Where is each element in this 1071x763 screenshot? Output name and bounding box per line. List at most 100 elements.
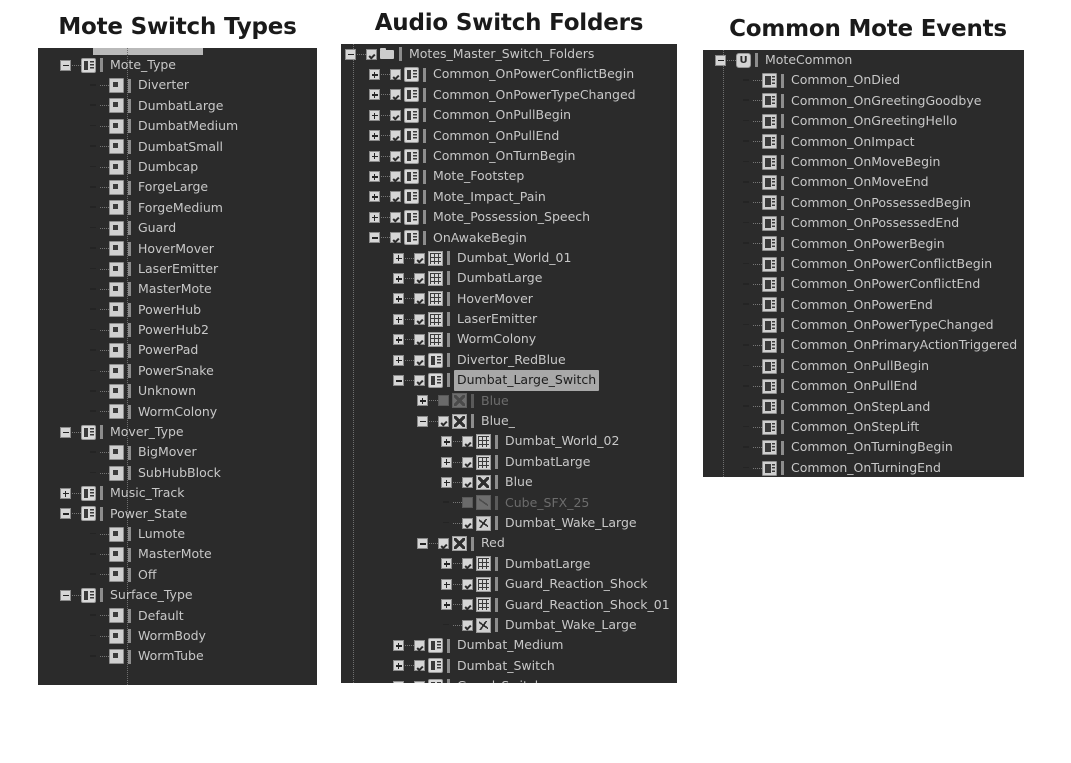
tree-row[interactable]: Dumbat_Switch [341, 656, 677, 676]
collapse-icon[interactable] [715, 54, 726, 66]
tree-row[interactable]: Mote_Impact_Pain [341, 187, 677, 207]
tree-row[interactable]: DumbatLarge [341, 452, 677, 472]
tree-row[interactable]: Common_OnImpact [703, 132, 1024, 152]
tree-row[interactable]: Guard_Reaction_Shock_01 [341, 595, 677, 615]
tree-row[interactable]: Blue [341, 472, 677, 492]
expand-icon[interactable] [393, 293, 404, 305]
tree-row[interactable]: MasterMote [38, 544, 317, 564]
tree-row[interactable]: DumbatLarge [38, 96, 317, 116]
expand-icon[interactable] [393, 313, 404, 325]
tree-row[interactable]: Motes_Master_Switch_Folders [341, 44, 677, 64]
tree-row[interactable]: DumbatSmall [38, 137, 317, 157]
tree-row[interactable]: Red [341, 533, 677, 553]
row-checkbox[interactable] [390, 150, 401, 162]
tree-row[interactable]: Common_OnPowerTypeChanged [703, 315, 1024, 335]
expand-icon[interactable] [369, 211, 380, 223]
tree-row[interactable]: Dumbat_World_02 [341, 431, 677, 451]
row-checkbox[interactable] [390, 130, 401, 142]
collapse-icon[interactable] [345, 48, 356, 60]
tree-row[interactable]: Guard_Switch [341, 676, 677, 683]
tree-row[interactable]: DumbatLarge [341, 554, 677, 574]
expand-icon[interactable] [369, 130, 380, 142]
tree-row[interactable]: Lumote [38, 524, 317, 544]
tree-row[interactable]: Mover_Type [38, 422, 317, 442]
tree-row[interactable]: Power_State [38, 504, 317, 524]
tree-row[interactable]: PowerHub [38, 300, 317, 320]
row-checkbox[interactable] [390, 211, 401, 223]
tree-row[interactable]: MoteCommon [703, 50, 1024, 70]
row-checkbox[interactable] [462, 619, 473, 631]
row-checkbox[interactable] [462, 599, 473, 611]
tree-row[interactable]: Common_OnPullEnd [703, 376, 1024, 396]
tree-row[interactable]: WormColony [38, 402, 317, 422]
tree-row[interactable]: Common_OnPullBegin [703, 356, 1024, 376]
tree-row[interactable]: Blue_ [341, 411, 677, 431]
tree-row[interactable]: Common_OnPowerConflictEnd [703, 274, 1024, 294]
expand-icon[interactable] [393, 334, 404, 346]
row-checkbox[interactable] [462, 578, 473, 590]
tree-row[interactable]: Common_OnMoveBegin [703, 152, 1024, 172]
expand-icon[interactable] [417, 395, 428, 407]
tree-row[interactable]: Common_OnGreetingGoodbye [703, 91, 1024, 111]
collapse-icon[interactable] [393, 374, 404, 386]
collapse-icon[interactable] [60, 426, 71, 438]
row-checkbox[interactable] [414, 334, 425, 346]
collapse-icon[interactable] [60, 59, 71, 71]
row-checkbox[interactable] [390, 171, 401, 183]
tree-row[interactable]: Mote_Possession_Speech [341, 207, 677, 227]
expand-icon[interactable] [369, 69, 380, 81]
tree-row[interactable]: Default [38, 606, 317, 626]
collapse-icon[interactable] [60, 589, 71, 601]
expand-icon[interactable] [369, 150, 380, 162]
tree-row[interactable]: Common_OnGreetingHello [703, 111, 1024, 131]
tree-row[interactable]: Common_OnPossessedBegin [703, 193, 1024, 213]
expand-icon[interactable] [441, 436, 452, 448]
tree-row[interactable]: DumbatMedium [38, 116, 317, 136]
row-checkbox[interactable] [414, 313, 425, 325]
collapse-icon[interactable] [417, 415, 428, 427]
tree-view-mote-switch-types[interactable]: Mote_Type Diverter DumbatLarge DumbatMedium… [38, 48, 317, 685]
expand-icon[interactable] [369, 89, 380, 101]
tree-row[interactable]: Unknown [38, 381, 317, 401]
tree-row[interactable]: ForgeLarge [38, 177, 317, 197]
row-checkbox[interactable] [462, 517, 473, 529]
expand-icon[interactable] [393, 354, 404, 366]
tree-row[interactable]: PowerHub2 [38, 320, 317, 340]
tree-row[interactable]: Music_Track [38, 483, 317, 503]
tree-row[interactable]: Dumbat_World_01 [341, 248, 677, 268]
row-checkbox[interactable] [462, 558, 473, 570]
tree-row[interactable]: Mote_Type [38, 55, 317, 75]
tree-row[interactable]: Dumbat_Wake_Large [341, 513, 677, 533]
expand-icon[interactable] [393, 640, 404, 652]
tree-row[interactable]: Common_OnTurningEnd [703, 458, 1024, 477]
row-checkbox[interactable] [414, 354, 425, 366]
expand-icon[interactable] [441, 599, 452, 611]
row-checkbox[interactable] [462, 456, 473, 468]
tree-row[interactable]: Dumbat_Medium [341, 635, 677, 655]
collapse-icon[interactable] [417, 538, 428, 550]
tree-row[interactable]: HoverMover [38, 239, 317, 259]
expand-icon[interactable] [441, 578, 452, 590]
tree-row[interactable]: Common_OnPowerEnd [703, 295, 1024, 315]
tree-row[interactable]: Common_OnPullEnd [341, 126, 677, 146]
row-checkbox[interactable] [414, 680, 425, 683]
expand-icon[interactable] [441, 476, 452, 488]
tree-row[interactable]: Common_OnPossessedEnd [703, 213, 1024, 233]
tree-row[interactable]: OnAwakeBegin [341, 228, 677, 248]
expand-icon[interactable] [441, 558, 452, 570]
row-checkbox[interactable] [414, 293, 425, 305]
tree-view-common-mote-events[interactable]: MoteCommon Common_OnDied Common_OnGreeting… [703, 50, 1024, 477]
row-checkbox[interactable] [438, 538, 449, 550]
tree-row[interactable]: Guard_Reaction_Shock [341, 574, 677, 594]
tree-row[interactable]: Common_OnStepLand [703, 397, 1024, 417]
tree-row[interactable]: Cube_SFX_25 [341, 493, 677, 513]
row-checkbox[interactable] [462, 476, 473, 488]
tree-row[interactable]: Divertor_RedBlue [341, 350, 677, 370]
tree-row[interactable]: Surface_Type [38, 585, 317, 605]
tree-row[interactable]: PowerPad [38, 340, 317, 360]
tree-row[interactable]: Common_OnPowerConflictBegin [703, 254, 1024, 274]
tree-row[interactable]: MasterMote [38, 279, 317, 299]
collapse-icon[interactable] [60, 508, 71, 520]
expand-icon[interactable] [60, 487, 71, 499]
tree-row[interactable]: SubHubBlock [38, 463, 317, 483]
